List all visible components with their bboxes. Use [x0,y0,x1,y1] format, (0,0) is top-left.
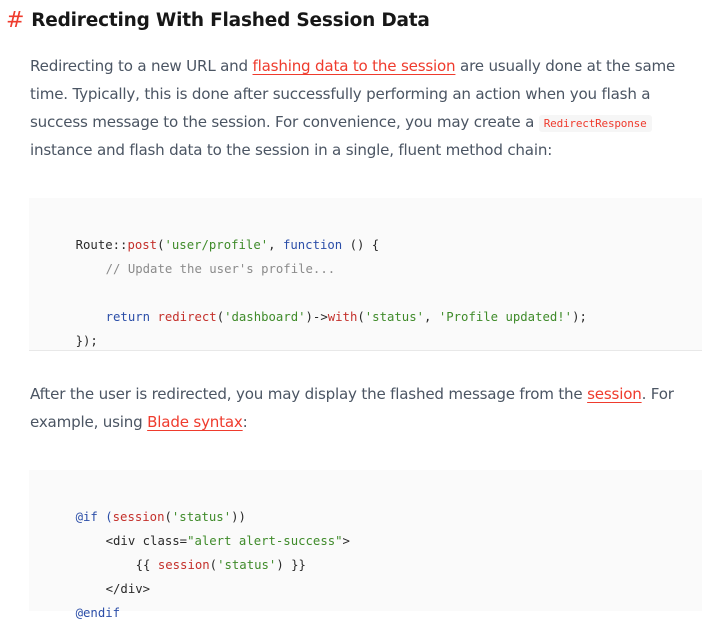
blade-syntax-link[interactable]: Blade syntax [147,413,243,431]
code-block-blade: @if (session('status')) <div class="aler… [29,470,702,620]
heading-title: Redirecting With Flashed Session Data [31,9,430,31]
heading-anchor-link[interactable]: # [6,8,24,33]
paragraph-text: time. Typically, this is done after succ… [30,85,651,103]
flashing-data-link[interactable]: flashing data to the session [253,57,456,75]
code-line: {{ session('status') }} [135,558,306,572]
blade-paragraph: After the user is redirected, you may di… [30,380,709,436]
code-line: @endif [75,606,121,620]
paragraph-text: . For [641,385,674,403]
paragraph-text: are usually done at the same [455,57,676,75]
paragraph-text: success message to the session. For conv… [30,113,539,131]
code-block-redirect: Route::post('user/profile', function () … [29,198,702,351]
code-line: return redirect('dashboard')->with('stat… [105,310,587,324]
paragraph-text: Redirecting to a new URL and [30,57,253,75]
inline-code-redirectresponse: RedirectResponse [538,115,652,132]
intro-paragraph: Redirecting to a new URL and flashing da… [30,52,709,164]
code-line: Route::post('user/profile', function () … [75,238,380,252]
paragraph-text: example, using [30,413,148,431]
paragraph-text: After the user is redirected, you may di… [30,385,588,403]
code-line: @if (session('status')) [75,510,246,524]
session-link[interactable]: session [587,385,642,403]
code-line: </div> [105,582,151,596]
paragraph-text: instance and flash data to the session i… [30,141,553,159]
code-line: }); [75,334,98,348]
section-heading: # Redirecting With Flashed Session Data [6,6,430,34]
code-line: <div class="alert alert-success"> [105,534,350,548]
paragraph-text: : [242,413,248,431]
code-comment-line: // Update the user's profile... [105,262,336,276]
